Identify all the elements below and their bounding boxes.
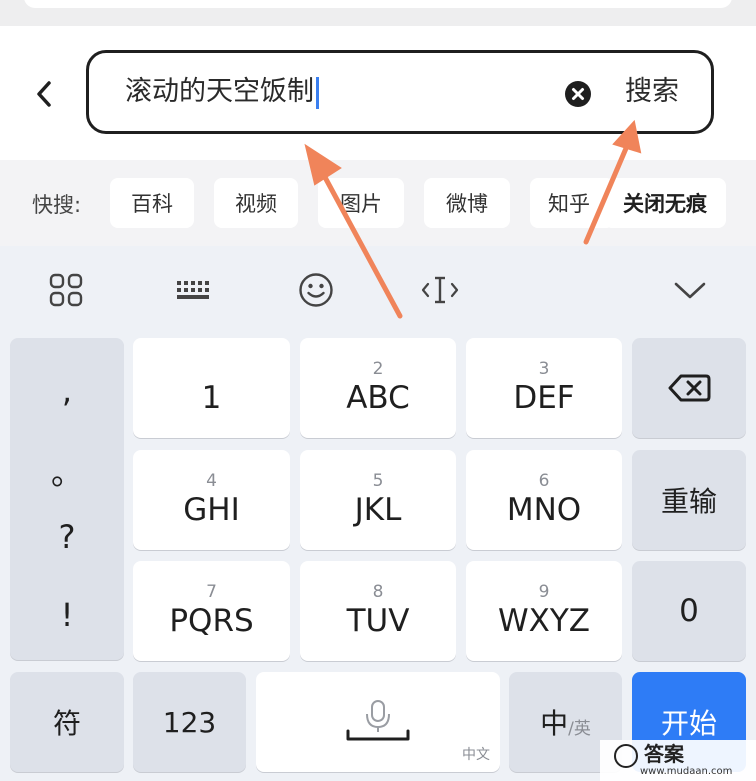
- smiley-icon: [299, 273, 333, 307]
- backspace-icon: [668, 374, 711, 402]
- key-number: 8: [372, 582, 384, 602]
- chevron-down-icon: [674, 282, 706, 299]
- collapse-keyboard-button[interactable]: [670, 270, 710, 310]
- backspace-button[interactable]: [632, 338, 746, 438]
- key-number: 2: [372, 359, 384, 379]
- chip-images[interactable]: 图片: [318, 178, 404, 228]
- punc-exclaim[interactable]: !: [10, 596, 124, 634]
- key-number: 4: [206, 471, 217, 491]
- watermark-logo-icon: [614, 744, 638, 768]
- chip-zhihu[interactable]: 知乎: [530, 178, 614, 228]
- punc-question[interactable]: ?: [10, 518, 124, 556]
- text-caret: [316, 76, 319, 109]
- key-3[interactable]: 3 DEF: [466, 338, 622, 438]
- watermark-url: www.mudaan.com: [640, 766, 733, 777]
- emoji-icon[interactable]: [296, 270, 336, 310]
- punctuation-column[interactable]: , 。 ? !: [10, 338, 124, 660]
- search-input[interactable]: 滚动的天空饭制 搜索: [86, 50, 714, 134]
- space-key[interactable]: 中文: [256, 672, 500, 772]
- keyboard-layout-icon: [177, 281, 209, 299]
- punc-comma[interactable]: ,: [10, 372, 124, 410]
- close-traceless-button[interactable]: 关闭无痕: [604, 178, 726, 228]
- keyboard-toolbar: [0, 246, 756, 334]
- chevron-left-icon: [37, 81, 51, 107]
- reenter-button[interactable]: 重输: [632, 450, 746, 550]
- key-5[interactable]: 5 JKL: [300, 450, 456, 550]
- key-letters: MNO: [506, 492, 582, 528]
- key-0[interactable]: 0: [632, 561, 746, 661]
- numbers-button[interactable]: 123: [133, 672, 246, 772]
- grid-menu-icon[interactable]: [46, 270, 86, 310]
- key-9[interactable]: 9 WXYZ: [466, 561, 622, 661]
- key-letters: WXYZ: [497, 603, 591, 639]
- chip-baike[interactable]: 百科: [110, 178, 194, 228]
- apps-icon: [49, 273, 83, 307]
- key-letters: JKL: [354, 492, 402, 528]
- back-button[interactable]: [28, 74, 60, 114]
- key-letters: DEF: [513, 380, 575, 416]
- key-7[interactable]: 7 PQRS: [133, 561, 290, 661]
- key-number: 7: [206, 582, 217, 602]
- search-button[interactable]: 搜索: [625, 75, 679, 109]
- clear-icon[interactable]: [565, 81, 591, 107]
- key-letters: GHI: [183, 492, 240, 528]
- key-number: 5: [372, 471, 384, 491]
- watermark-text: 答案: [644, 742, 684, 766]
- punc-period[interactable]: 。: [10, 448, 124, 494]
- watermark: 答案 www.mudaan.com: [600, 740, 756, 781]
- previous-card: [24, 0, 732, 8]
- close-icon: [572, 88, 584, 100]
- key-8[interactable]: 8 TUV: [300, 561, 456, 661]
- keyboard-icon[interactable]: [170, 270, 214, 310]
- key-1[interactable]: 1: [133, 338, 290, 438]
- key-letters: PQRS: [169, 603, 254, 639]
- key-number: 6: [538, 471, 550, 491]
- key-number: 3: [538, 359, 550, 379]
- key-number: 9: [538, 582, 550, 602]
- chip-video[interactable]: 视频: [214, 178, 298, 228]
- microphone-icon: [346, 700, 410, 741]
- search-query-text: 滚动的天空饭制: [125, 76, 314, 107]
- key-6[interactable]: 6 MNO: [466, 450, 622, 550]
- text-cursor-icon: [421, 276, 459, 304]
- key-2[interactable]: 2 ABC: [300, 338, 456, 438]
- cursor-move-icon[interactable]: [420, 270, 460, 310]
- space-sub-label: 中文: [462, 747, 490, 763]
- key-letters: ABC: [346, 380, 410, 416]
- search-query: 滚动的天空饭制: [125, 75, 319, 109]
- lang-main-label: 中: [540, 707, 569, 740]
- lang-sub-label: /英: [568, 718, 591, 739]
- chip-weibo[interactable]: 微博: [424, 178, 510, 228]
- key-zero-label: 0: [679, 593, 699, 629]
- quick-search-label: 快搜:: [32, 193, 82, 217]
- key-letters: 1: [201, 380, 222, 416]
- symbols-button[interactable]: 符: [10, 672, 124, 772]
- key-letters: TUV: [346, 603, 410, 639]
- top-strip: [0, 0, 756, 26]
- key-4[interactable]: 4 GHI: [133, 450, 290, 550]
